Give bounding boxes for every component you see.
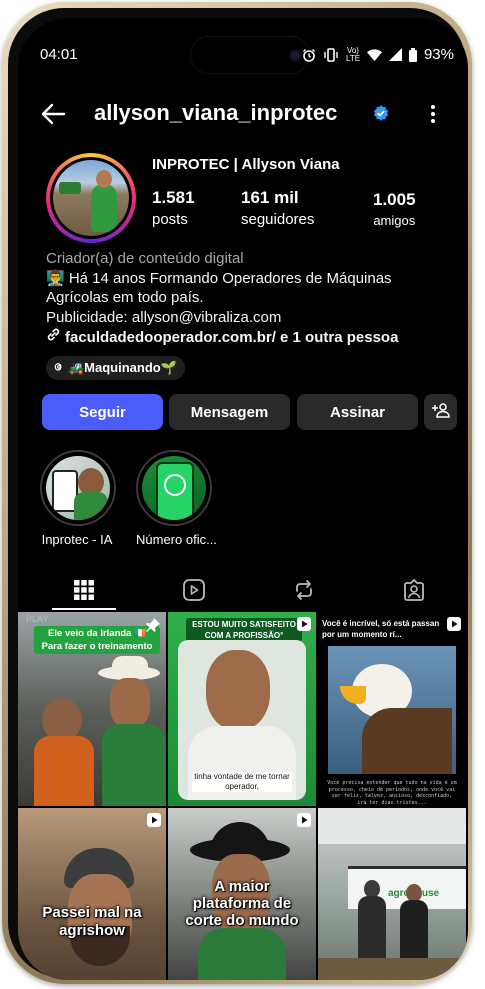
active-tab-indicator [52, 608, 116, 610]
post-tile[interactable]: A maior plataforma de corte do mundo [168, 808, 316, 980]
threads-icon [52, 361, 64, 376]
bio-line: Agrícolas em todo país. [46, 289, 204, 306]
status-bar: 04:01 Vo) LTE 93% [18, 46, 468, 66]
follow-button[interactable]: Seguir [42, 394, 163, 430]
alarm-icon [302, 48, 316, 62]
profile-tabs [18, 574, 468, 610]
verified-badge-icon [373, 105, 389, 126]
bio-line: 👨‍🏫 Há 14 anos Formando Operadores de Má… [46, 269, 392, 287]
reel-icon [297, 813, 311, 832]
avatar-frame [50, 157, 132, 239]
pinned-icon [145, 617, 161, 638]
reels-icon [183, 578, 205, 606]
status-time: 04:01 [40, 46, 78, 63]
highlight-cover [46, 456, 110, 520]
post-caption: Você é incrível, só está passan por um m… [322, 619, 440, 639]
profile-display-name: INPROTEC | Allyson Viana [152, 156, 340, 173]
post-caption: ESTOU MUITO SATISFEITO COM A PROFISSÃO° [186, 618, 302, 642]
battery-percent: 93% [423, 46, 454, 63]
post-tile[interactable]: ESTOU MUITO SATISFEITO COM A PROFISSÃO° … [168, 612, 316, 806]
bio-category: Criador(a) de conteúdo digital [46, 250, 244, 267]
wifi-icon [366, 48, 382, 61]
profile-avatar[interactable] [46, 153, 136, 243]
reposts-icon [293, 579, 315, 606]
highlight-label: Número ofic... [136, 532, 217, 547]
bio-email: Publicidade: allyson@vibraliza.com [46, 308, 282, 326]
profile-username: allyson_viana_inprotec [94, 100, 338, 125]
friends-label: amigos [373, 213, 416, 228]
bio-link-text: faculdadedooperador.com.br/ e 1 outra pe… [65, 328, 399, 346]
avatar-person-body [91, 184, 117, 232]
back-arrow-icon[interactable] [40, 102, 66, 131]
friends-count: 1.005 [373, 190, 416, 209]
friends-stat[interactable]: 1.005 amigos [373, 190, 416, 228]
volte-icon: Vo) LTE [345, 45, 361, 63]
vibrate-icon [323, 47, 339, 62]
post-tile[interactable]: agrohouse [318, 808, 466, 980]
phone-frame: 04:01 Vo) LTE 93% allyson_viana_inprotec… [2, 2, 472, 984]
link-icon [46, 327, 61, 348]
tab-posts[interactable] [54, 574, 114, 610]
post-tile[interactable]: Passei mal na agrishow [18, 808, 166, 980]
followers-label: seguidores [241, 211, 315, 228]
grid-icon [74, 579, 94, 605]
post-caption: tinha vontade de me tornar operador, [192, 772, 292, 792]
avatar-tractor-shape [59, 182, 81, 194]
tab-reposts[interactable] [274, 574, 334, 610]
subscribe-button[interactable]: Assinar [297, 394, 418, 430]
avatar-person-head [96, 170, 112, 188]
post-tile[interactable]: PLAY Ele veio da Irlanda 🇮🇪 Para fazer o… [18, 612, 166, 806]
battery-icon [408, 47, 417, 62]
status-icons: Vo) LTE 93% [302, 46, 454, 63]
signal-icon [388, 48, 402, 61]
post-caption: Ele veio da Irlanda 🇮🇪 Para fazer o trei… [34, 626, 160, 654]
tab-reels[interactable] [164, 574, 224, 610]
post-caption: Você precisa entender que tudo na vida é… [327, 780, 457, 804]
profile-bio: Criador(a) de conteúdo digital 👨‍🏫 Há 14… [46, 249, 456, 348]
tab-tagged[interactable] [384, 574, 444, 610]
threads-badge[interactable]: 🚜Maquinando🌱 [46, 356, 185, 380]
highlight-inprotec-ia[interactable]: Inprotec - IA [40, 450, 116, 547]
threads-label: 🚜Maquinando🌱 [68, 360, 177, 375]
posts-count: 1.581 [152, 188, 195, 207]
highlight-ring [136, 450, 212, 526]
post-tile[interactable]: Você é incrível, só está passan por um m… [318, 612, 466, 806]
followers-count: 161 mil [241, 188, 299, 207]
phone-bezel: 04:01 Vo) LTE 93% allyson_viana_inprotec… [8, 8, 468, 980]
message-button[interactable]: Mensagem [169, 394, 290, 430]
post-caption: A maior plataforma de corte do mundo [185, 878, 299, 929]
highlight-numero-oficial[interactable]: Número ofic... [136, 450, 217, 547]
add-person-icon [431, 402, 450, 422]
highlight-label: Inprotec - IA [41, 532, 113, 547]
screen: 04:01 Vo) LTE 93% allyson_viana_inprotec… [18, 18, 468, 980]
post-caption: Passei mal na agrishow [42, 904, 142, 939]
more-options-icon[interactable] [430, 104, 436, 129]
tagged-icon [403, 578, 425, 606]
avatar-photo [53, 160, 129, 236]
posts-label: posts [152, 211, 188, 228]
bio-link[interactable]: faculdadedooperador.com.br/ e 1 outra pe… [46, 327, 456, 348]
highlight-cover [142, 456, 206, 520]
reel-icon [147, 813, 161, 832]
suggested-people-button[interactable] [424, 394, 457, 430]
profile-header: allyson_viana_inprotec [18, 100, 468, 136]
reel-icon [447, 617, 461, 636]
followers-stat[interactable]: 161 mil seguidores [241, 188, 314, 228]
posts-stat[interactable]: 1.581 posts [152, 188, 195, 228]
highlight-ring [40, 450, 116, 526]
post-badge: PLAY [26, 614, 49, 624]
reel-icon [297, 617, 311, 636]
